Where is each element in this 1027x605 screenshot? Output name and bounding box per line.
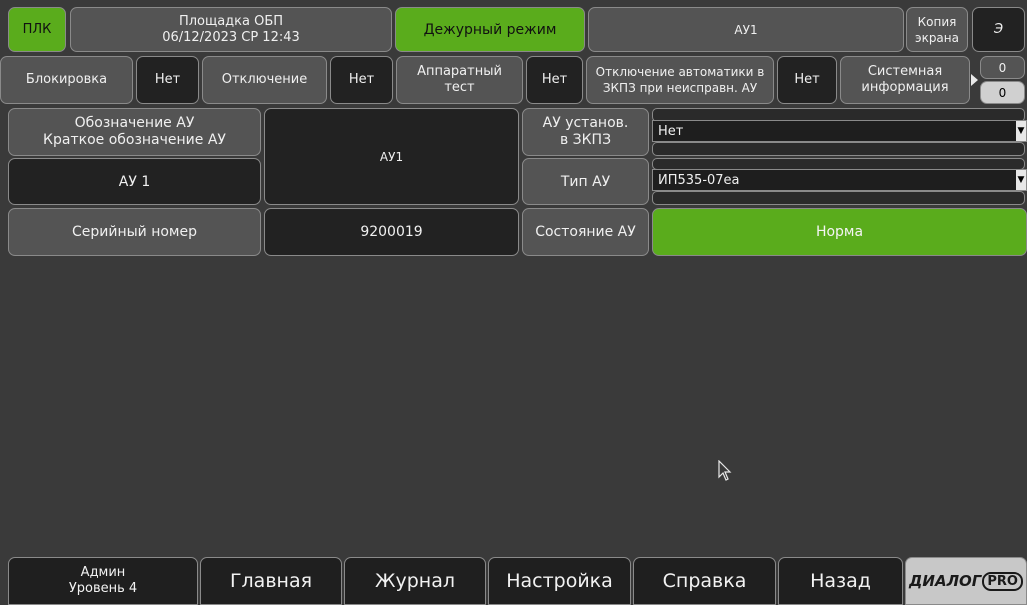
hwtest-value[interactable]: Нет xyxy=(526,56,583,104)
nav-journal-button[interactable]: Журнал xyxy=(344,557,486,605)
device-name-field[interactable]: АУ1 xyxy=(264,108,519,205)
serial-label-text: Серийный номер xyxy=(71,224,197,240)
state-value-text: Норма xyxy=(815,224,864,240)
device-title: АУ1 xyxy=(588,7,904,52)
sysinfo-arrow-icon xyxy=(971,74,978,86)
duty-mode-label: Дежурный режим xyxy=(423,21,557,38)
sysinfo-line1: Системная xyxy=(867,64,943,79)
sysinfo-button[interactable]: Системная информация xyxy=(840,56,970,104)
site-info: Площадка ОБП 06/12/2023 СР 12:43 xyxy=(70,7,392,52)
block-value-text: Нет xyxy=(154,72,181,87)
type-select[interactable]: ИП535-07еа ▼ xyxy=(652,169,1027,191)
nav-home-button[interactable]: Главная xyxy=(200,557,342,605)
screen-copy-button[interactable]: Копия экрана xyxy=(906,7,968,52)
serial-value: 9200019 xyxy=(360,224,423,240)
datetime: 06/12/2023 СР 12:43 xyxy=(162,29,300,45)
counter-2-value: 0 xyxy=(998,85,1007,100)
state-value: Норма xyxy=(652,208,1027,256)
hwtest-line1: Аппаратный xyxy=(417,64,502,79)
counter-1-value: 0 xyxy=(998,60,1007,75)
e-label: Э xyxy=(993,21,1004,37)
hwtest-label: Аппаратный тест xyxy=(396,56,523,104)
type-label-text: Тип АУ xyxy=(560,173,611,190)
type-select-value: ИП535-07еа xyxy=(658,172,740,188)
block-value[interactable]: Нет xyxy=(136,56,199,104)
counter-1: 0 xyxy=(980,56,1025,79)
plc-label: ПЛК xyxy=(22,21,52,37)
nav-back-button[interactable]: Назад xyxy=(778,557,903,605)
short-name-value: АУ 1 xyxy=(118,173,151,190)
user-level: Уровень 4 xyxy=(68,581,138,596)
screen-copy-line2: экрана xyxy=(914,30,959,45)
nav-journal-label: Журнал xyxy=(375,570,455,592)
disable-value-text: Нет xyxy=(348,72,375,87)
user-name: Админ xyxy=(80,565,126,580)
designation-line2: Краткое обозначение АУ xyxy=(43,132,226,148)
auto-off-label: Отключение автоматики в ЗКПЗ при неиспра… xyxy=(586,56,774,104)
screen-copy-line1: Копия xyxy=(917,14,957,29)
installed-select-frame-bottom xyxy=(652,142,1025,156)
block-label: Блокировка xyxy=(0,56,133,104)
dropdown-arrow-icon: ▼ xyxy=(1016,121,1026,141)
state-label-text: Состояние АУ xyxy=(535,224,636,240)
state-label: Состояние АУ xyxy=(522,208,649,256)
duty-mode-button[interactable]: Дежурный режим xyxy=(395,7,585,52)
nav-settings-button[interactable]: Настройка xyxy=(488,557,631,605)
auto-off-value-text: Нет xyxy=(794,72,820,87)
dropdown-arrow-icon: ▼ xyxy=(1016,170,1026,190)
dialog-pro-logo: ДИАЛОГ PRO xyxy=(905,557,1027,605)
auto-off-line2: ЗКПЗ при неисправн. АУ xyxy=(602,81,758,95)
installed-label: АУ установ. в ЗКПЗ xyxy=(522,108,649,156)
serial-field[interactable]: 9200019 xyxy=(264,208,519,256)
counter-2: 0 xyxy=(980,81,1025,104)
sysinfo-line2: информация xyxy=(861,80,949,95)
hwtest-value-text: Нет xyxy=(541,72,568,87)
installed-line1: АУ установ. xyxy=(542,115,629,131)
mouse-cursor-icon xyxy=(718,460,732,481)
disable-label: Отключение xyxy=(202,56,327,104)
installed-line2: в ЗКПЗ xyxy=(559,132,612,148)
type-select-frame-bottom xyxy=(652,191,1025,205)
nav-help-label: Справка xyxy=(662,570,747,592)
installed-select-value: Нет xyxy=(658,123,684,139)
device-name-value: АУ1 xyxy=(379,149,404,164)
installed-select[interactable]: Нет ▼ xyxy=(652,120,1027,142)
user-info-button[interactable]: Админ Уровень 4 xyxy=(8,557,198,605)
logo-pro-badge: PRO xyxy=(982,571,1023,591)
disable-label-text: Отключение xyxy=(221,72,308,87)
e-button[interactable]: Э xyxy=(972,7,1025,52)
nav-back-label: Назад xyxy=(810,570,871,592)
nav-settings-label: Настройка xyxy=(506,570,613,592)
designation-line1: Обозначение АУ xyxy=(74,115,195,131)
serial-label: Серийный номер xyxy=(8,208,261,256)
hwtest-line2: тест xyxy=(444,80,475,95)
nav-home-label: Главная xyxy=(229,570,313,592)
block-label-text: Блокировка xyxy=(25,72,108,87)
type-label: Тип АУ xyxy=(522,158,649,205)
nav-help-button[interactable]: Справка xyxy=(633,557,776,605)
device-title-label: АУ1 xyxy=(734,22,758,37)
auto-off-value[interactable]: Нет xyxy=(777,56,837,104)
site-name: Площадка ОБП xyxy=(178,13,284,29)
short-name-field[interactable]: АУ 1 xyxy=(8,158,261,205)
disable-value[interactable]: Нет xyxy=(330,56,393,104)
logo-main-text: ДИАЛОГ xyxy=(909,572,982,590)
plc-indicator[interactable]: ПЛК xyxy=(8,7,66,52)
auto-off-line1: Отключение автоматики в xyxy=(595,65,765,79)
designation-label: Обозначение АУ Краткое обозначение АУ xyxy=(8,108,261,156)
